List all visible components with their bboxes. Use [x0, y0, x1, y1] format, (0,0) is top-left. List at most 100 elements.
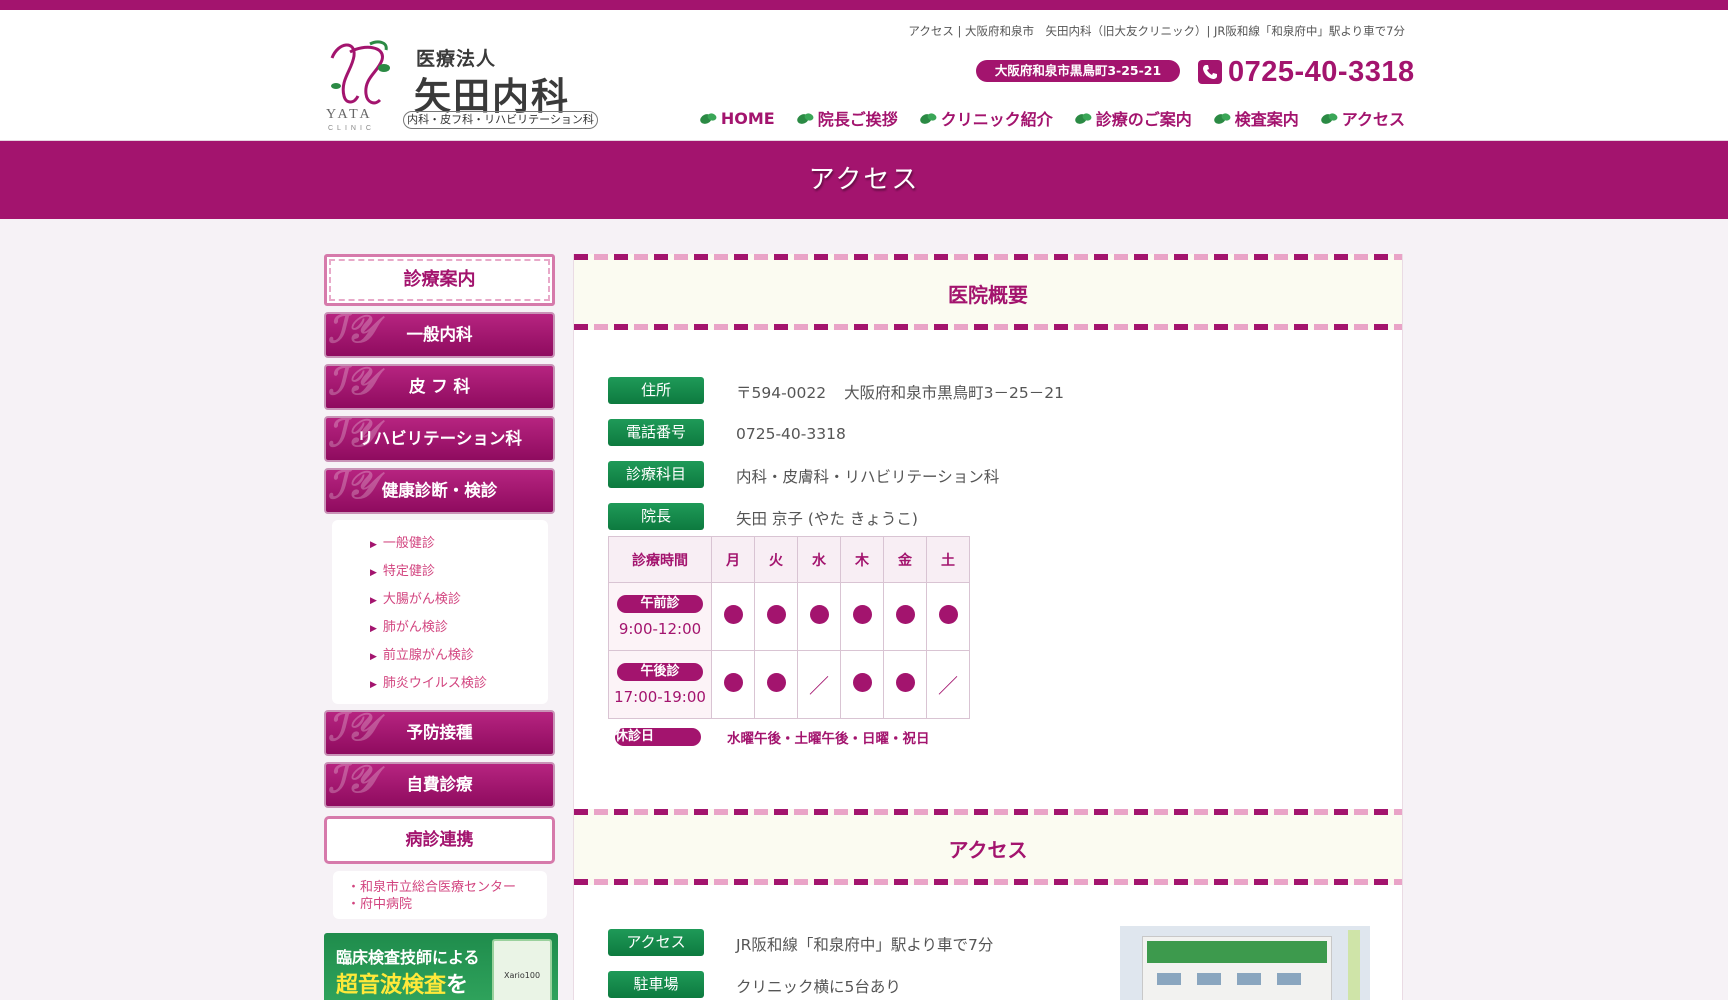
open-dot-icon [938, 605, 958, 624]
submenu-item[interactable]: ▶ 一般健診 [370, 530, 548, 558]
triangle-right-icon: ▶ [370, 624, 377, 634]
sidebar-item-label: 自費診療 [406, 775, 473, 794]
session-hours: 17:00-19:00 [614, 688, 706, 706]
nav-tests-label: 検査案内 [1234, 110, 1299, 129]
open-dot-icon [723, 673, 743, 692]
info-value: JR阪和線「和泉府中」駅より車で7分 [736, 936, 994, 954]
logo-watermark-icon: ℐ𝒴 [328, 710, 376, 749]
open-dot-icon [766, 605, 786, 624]
partner-link[interactable]: ・和泉市立総合医療センター [347, 879, 547, 896]
closed-slash-icon: ／ [809, 674, 829, 698]
sidebar-item-self-pay[interactable]: ℐ𝒴 自費診療 [324, 762, 555, 808]
info-value[interactable]: 0725-40-3318 [736, 425, 846, 443]
partner-link[interactable]: ・府中病院 [347, 896, 547, 913]
sidebar-item-label: リハビリテーション科 [357, 429, 522, 448]
overview-heading-band: 医院概要 [574, 254, 1402, 330]
overview-heading: 医院概要 [948, 283, 1028, 307]
sidebar-item-label: 一般内科 [406, 325, 473, 344]
nav-home[interactable]: HOME [700, 106, 775, 130]
leaf-icon [1214, 113, 1231, 124]
nav-greeting[interactable]: 院長ご挨拶 [796, 106, 898, 130]
session-cell: 午前診 9:00-12:00 [608, 582, 712, 651]
banner-line1: 臨床検査技師による [336, 948, 480, 967]
nav-tests[interactable]: 検査案内 [1214, 106, 1299, 130]
info-row-address: 住所 〒594-0022 大阪府和泉市黒鳥町3－25－21 [608, 369, 1064, 411]
address-text: 大阪府和泉市黒鳥町3－25－21 [844, 384, 1064, 402]
svg-text:CLINIC: CLINIC [328, 125, 375, 132]
triangle-right-icon: ▶ [370, 568, 377, 578]
sidebar-item-label: 予防接種 [406, 723, 473, 742]
submenu-item[interactable]: ▶ 大腸がん検診 [370, 586, 548, 614]
info-label: 駐車場 [608, 970, 704, 998]
postal-code: 〒594-0022 [736, 384, 827, 402]
site-header: アクセス | 大阪府和泉市 矢田内科（旧大友クリニック）| JR阪和線「和泉府中… [0, 10, 1728, 141]
address-badge: 大阪府和泉市黒鳥町3-25-21 [976, 60, 1180, 82]
phone-number: 0725-40-3318 [1228, 55, 1415, 88]
submenu-item[interactable]: ▶ 前立腺がん検診 [370, 642, 548, 670]
nav-access-label: アクセス [1341, 110, 1405, 129]
building-signpost [1348, 930, 1360, 1000]
ultrasound-banner[interactable]: 臨床検査技師による 超音波検査を Xario100 [324, 933, 558, 1000]
access-section: アクセス [574, 809, 1402, 885]
sidebar: 診療案内 ℐ𝒴 一般内科 ℐ𝒴 皮 フ 科 ℐ𝒴 リハビリテーション科 ℐ𝒴 健… [324, 254, 558, 1000]
open-dot-icon [723, 605, 743, 624]
closed-label: 休診日 [615, 728, 701, 746]
schedule-mark: ／ [797, 650, 841, 719]
info-label: 診療科目 [608, 460, 704, 488]
info-value: 〒594-0022 大阪府和泉市黒鳥町3－25－21 [736, 381, 1064, 403]
sidebar-item-checkup[interactable]: ℐ𝒴 健康診断・検診 [324, 468, 555, 514]
schedule-mark [754, 650, 798, 719]
info-row-departments: 診療科目 内科・皮膚科・リハビリテーション科 [608, 453, 1064, 495]
building-shape [1142, 936, 1332, 1000]
sidebar-item-dermatology[interactable]: ℐ𝒴 皮 フ 科 [324, 364, 555, 410]
info-value: クリニック横に5台あり [736, 978, 901, 996]
building-sign [1147, 941, 1327, 963]
day-header: 木 [840, 536, 884, 583]
banner-tail: を [446, 973, 469, 998]
info-row-director: 院長 矢田 京子 (やた きょうこ) [608, 495, 1064, 537]
sidebar-heading: 診療案内 [324, 254, 555, 306]
schedule-header-row: 診療時間 月 火 水 木 金 土 [608, 536, 970, 583]
submenu-item[interactable]: ▶ 肺がん検診 [370, 614, 548, 642]
info-label: 住所 [608, 376, 704, 404]
day-header: 月 [711, 536, 755, 583]
logo-watermark-icon: ℐ𝒴 [328, 468, 376, 507]
logo-subtitle: 内科・皮フ科・リハビリテーション科 [403, 111, 598, 129]
submenu-item-label: 大腸がん検診 [382, 592, 461, 607]
session-hours: 9:00-12:00 [618, 620, 702, 638]
phone-number-block[interactable]: 0725-40-3318 [1198, 56, 1415, 88]
logo-mark-icon: YATA CLINIC [326, 40, 390, 132]
schedule-time-header: 診療時間 [608, 536, 712, 583]
partner-heading[interactable]: 病診連携 [324, 816, 555, 864]
nav-clinic-label: クリニック紹介 [940, 110, 1053, 129]
submenu-item-label: 特定健診 [382, 564, 435, 579]
schedule-row-morning: 午前診 9:00-12:00 [608, 582, 970, 651]
leaf-icon [700, 113, 717, 124]
open-dot-icon [766, 673, 786, 692]
sidebar-item-internal-medicine[interactable]: ℐ𝒴 一般内科 [324, 312, 555, 358]
building-window [1157, 973, 1181, 985]
session-label: 午前診 [617, 595, 703, 613]
submenu-item[interactable]: ▶ 肺炎ウイルス検診 [370, 670, 548, 698]
partner-links: ・和泉市立総合医療センター ・府中病院 [333, 871, 547, 919]
submenu-item-label: 前立腺がん検診 [382, 648, 474, 663]
sidebar-item-rehabilitation[interactable]: ℐ𝒴 リハビリテーション科 [324, 416, 555, 462]
schedule-row-afternoon: 午後診 17:00-19:00 ／ ／ [608, 650, 970, 719]
schedule-mark [926, 582, 970, 651]
leaf-icon [796, 113, 814, 124]
logo-watermark-icon: ℐ𝒴 [328, 364, 376, 403]
site-logo[interactable]: YATA CLINIC 医療法人 矢田内科 内科・皮フ科・リハビリテーション科 [324, 38, 604, 132]
nav-access[interactable]: アクセス [1321, 106, 1405, 130]
triangle-right-icon: ▶ [370, 680, 377, 690]
day-header: 火 [754, 536, 798, 583]
sidebar-item-vaccination[interactable]: ℐ𝒴 予防接種 [324, 710, 555, 756]
top-accent-strip [0, 0, 1728, 10]
nav-services[interactable]: 診療のご案内 [1075, 106, 1192, 130]
submenu-item[interactable]: ▶ 特定健診 [370, 558, 548, 586]
svg-text:YATA: YATA [326, 107, 373, 122]
nav-clinic[interactable]: クリニック紹介 [919, 106, 1053, 130]
info-value: 矢田 京子 (やた きょうこ) [736, 510, 918, 528]
banner-highlight: 超音波検査 [336, 973, 447, 998]
open-dot-icon [852, 605, 872, 624]
page-title: アクセス [0, 141, 1728, 219]
